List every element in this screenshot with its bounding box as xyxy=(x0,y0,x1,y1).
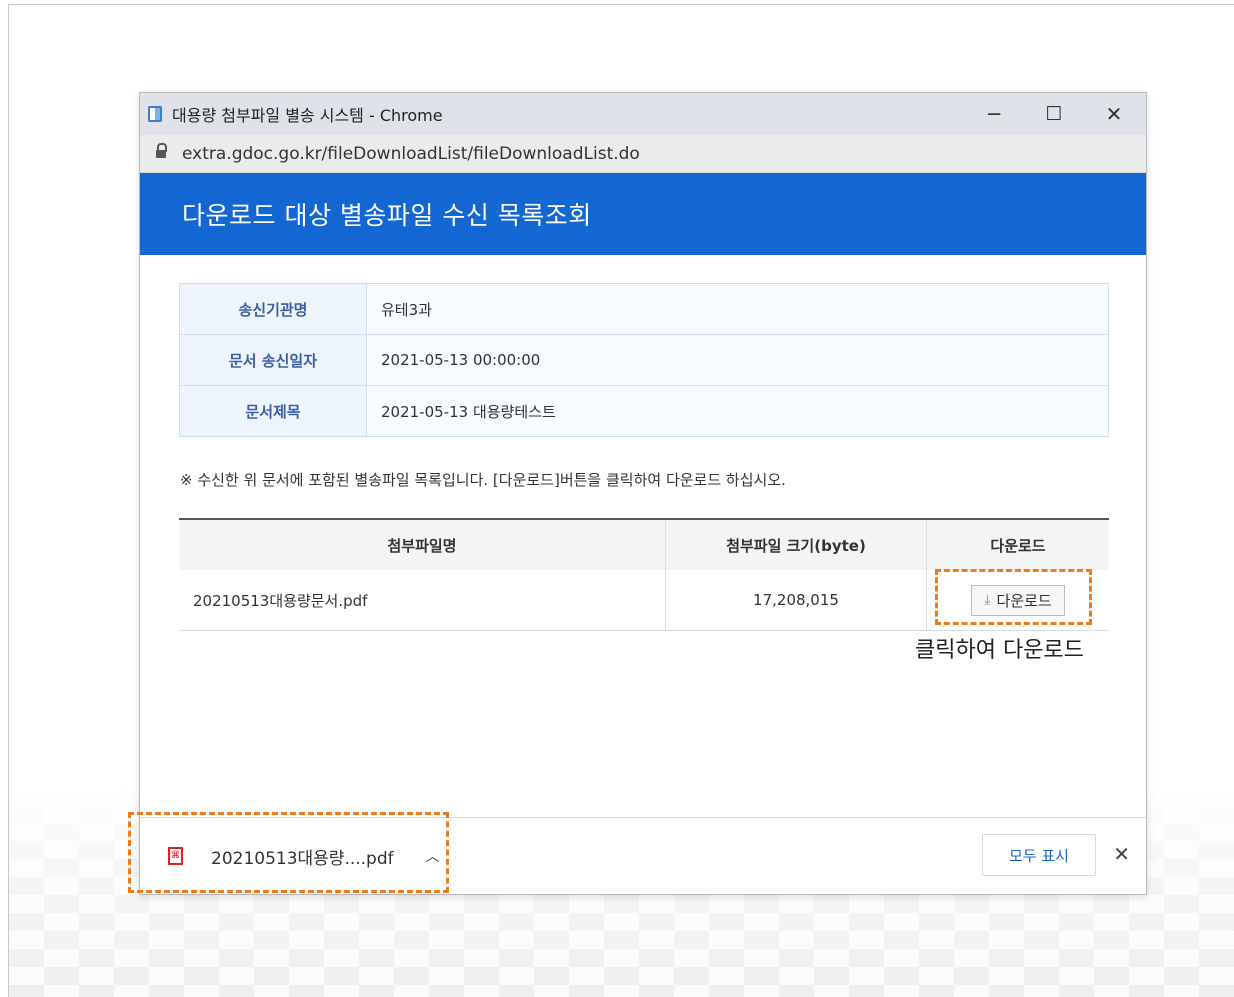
info-row: 문서제목 2021-05-13 대용량테스트 xyxy=(179,385,1109,437)
col-filename: 첨부파일명 xyxy=(179,518,666,570)
address-bar[interactable]: extra.gdoc.go.kr/fileDownloadList/fileDo… xyxy=(140,135,1146,173)
title-bar: 대용량 첨부파일 별송 시스템 - Chrome ─ ☐ ✕ xyxy=(140,93,1146,135)
click-hint: 클릭하여 다운로드 xyxy=(915,638,1084,663)
app-icon xyxy=(148,106,162,122)
chrome-popup-window: 대용량 첨부파일 별송 시스템 - Chrome ─ ☐ ✕ extra.gdo… xyxy=(139,92,1147,895)
screenshot-frame: 대용량 첨부파일 별송 시스템 - Chrome ─ ☐ ✕ extra.gdo… xyxy=(8,4,1234,997)
window-title: 대용량 첨부파일 별송 시스템 - Chrome xyxy=(172,106,443,125)
page-title: 다운로드 대상 별송파일 수신 목록조회 xyxy=(182,201,592,230)
document-info-table: 송신기관명 유테3과 문서 송신일자 2021-05-13 00:00:00 문… xyxy=(179,283,1109,437)
minimize-button[interactable]: ─ xyxy=(964,93,1024,135)
info-value-title: 2021-05-13 대용량테스트 xyxy=(366,385,1109,437)
info-label-sender: 송신기관명 xyxy=(179,283,367,335)
maximize-button[interactable]: ☐ xyxy=(1024,93,1084,135)
info-label-title: 문서제목 xyxy=(179,385,367,437)
info-label-date: 문서 송신일자 xyxy=(179,334,367,386)
file-name: 20210513대용량문서.pdf xyxy=(179,570,666,631)
info-row: 문서 송신일자 2021-05-13 00:00:00 xyxy=(179,334,1109,386)
close-button[interactable]: ✕ xyxy=(1084,93,1144,135)
lock-icon xyxy=(156,143,167,159)
page-banner: 다운로드 대상 별송파일 수신 목록조회 xyxy=(140,173,1146,255)
download-button-highlight xyxy=(935,569,1092,625)
info-value-sender: 유테3과 xyxy=(366,283,1109,335)
url-text: extra.gdoc.go.kr/fileDownloadList/fileDo… xyxy=(182,143,640,164)
file-size: 17,208,015 xyxy=(665,570,927,631)
info-value-date: 2021-05-13 00:00:00 xyxy=(366,334,1109,386)
instruction-note: ※ 수신한 위 문서에 포함된 별송파일 목록입니다. [다운로드]버튼을 클릭… xyxy=(180,471,786,489)
download-item-highlight xyxy=(128,812,449,893)
col-download: 다운로드 xyxy=(926,518,1109,570)
info-row: 송신기관명 유테3과 xyxy=(179,283,1109,335)
show-all-button[interactable]: 모두 표시 xyxy=(982,834,1096,876)
col-filesize: 첨부파일 크기(byte) xyxy=(665,518,927,570)
close-download-shelf-icon[interactable]: ✕ xyxy=(1113,842,1130,866)
